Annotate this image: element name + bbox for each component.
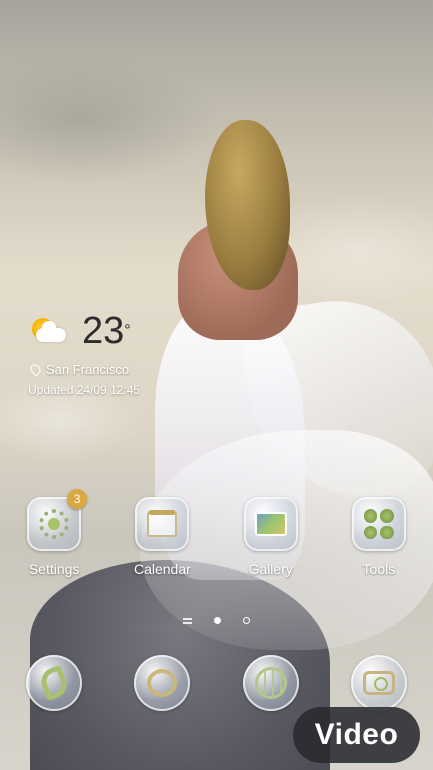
app-label: Gallery xyxy=(248,561,293,577)
weather-location: San Francisco xyxy=(46,362,130,377)
phone-icon xyxy=(26,655,83,711)
app-label: Settings xyxy=(28,561,80,577)
dock xyxy=(0,655,433,711)
page-dot-active xyxy=(214,617,221,624)
gallery-icon xyxy=(243,497,298,551)
app-tools[interactable]: Tools xyxy=(334,497,424,577)
page-indicator[interactable] xyxy=(0,617,433,624)
dock-internet[interactable] xyxy=(226,655,316,711)
weather-widget[interactable]: 23° San Francisco Updated 24/09 12:45 xyxy=(28,312,188,397)
dock-camera[interactable] xyxy=(334,655,424,711)
camera-icon xyxy=(350,655,407,711)
internet-globe-icon xyxy=(242,655,299,711)
partly-cloudy-icon xyxy=(28,314,68,348)
tools-folder-icon xyxy=(351,497,406,551)
app-label: Tools xyxy=(362,561,396,577)
page-dot xyxy=(243,617,250,624)
weather-updated: Updated 24/09 12:45 xyxy=(28,383,141,397)
calendar-icon xyxy=(135,497,190,551)
dock-phone[interactable] xyxy=(9,655,99,711)
notification-badge: 3 xyxy=(67,489,88,509)
app-settings[interactable]: 3 Settings xyxy=(9,489,99,577)
location-pin-icon xyxy=(28,362,43,377)
home-page-indicator-icon xyxy=(183,617,192,624)
temperature: 23° xyxy=(82,310,131,352)
messages-icon xyxy=(134,655,191,711)
app-label: Calendar xyxy=(133,561,191,577)
video-chip[interactable]: Video xyxy=(293,707,420,763)
dock-messages[interactable] xyxy=(117,655,207,711)
app-calendar[interactable]: Calendar xyxy=(117,497,207,577)
app-gallery[interactable]: Gallery xyxy=(226,497,316,577)
app-row: 3 Settings Calendar Gallery Tools xyxy=(0,489,433,577)
